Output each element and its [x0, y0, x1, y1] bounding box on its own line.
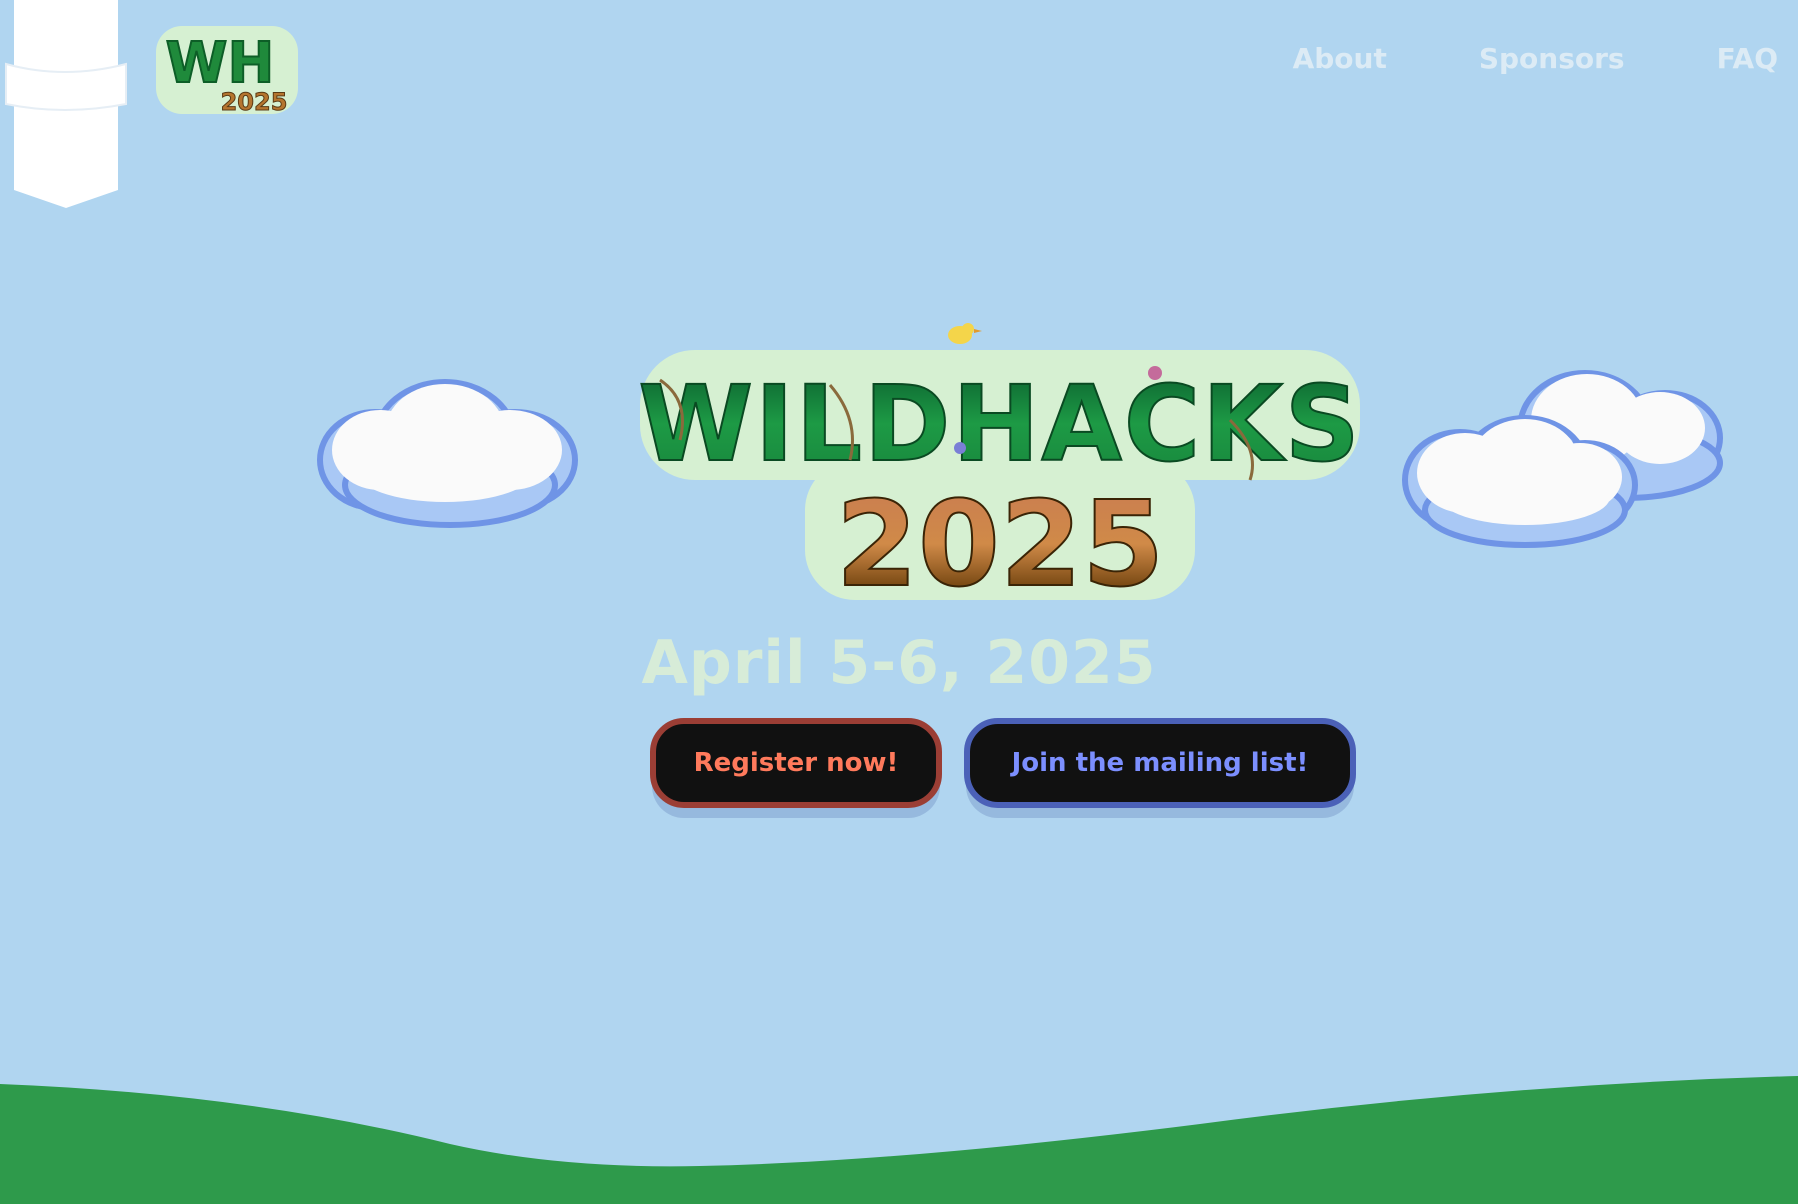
flower-icon	[954, 442, 966, 454]
wildhacks-main-logo: WILDHACKS 2025	[637, 323, 1361, 610]
cloud-left	[317, 379, 578, 528]
nav-faq[interactable]: FAQ	[1717, 42, 1778, 75]
nav-sponsors[interactable]: Sponsors	[1479, 42, 1625, 75]
green-hill	[0, 1076, 1798, 1204]
wildhacks-small-logo[interactable]: WH 2025	[150, 18, 310, 118]
hero-buttons: Register now! Join the mailing list!	[650, 718, 1356, 808]
main-logo-year: 2025	[836, 475, 1164, 610]
bird-icon	[948, 323, 982, 344]
mailing-list-button[interactable]: Join the mailing list!	[964, 718, 1356, 808]
cloud-right-front	[1402, 415, 1638, 548]
register-button[interactable]: Register now!	[650, 718, 942, 808]
nav-about[interactable]: About	[1293, 42, 1387, 75]
flower-icon	[1148, 366, 1162, 380]
top-nav: About Sponsors FAQ	[1293, 42, 1778, 75]
small-logo-top: WH	[166, 31, 275, 96]
event-date: April 5-6, 2025	[641, 628, 1157, 698]
banner-flag	[5, 0, 127, 208]
small-logo-bottom: 2025	[221, 88, 288, 116]
